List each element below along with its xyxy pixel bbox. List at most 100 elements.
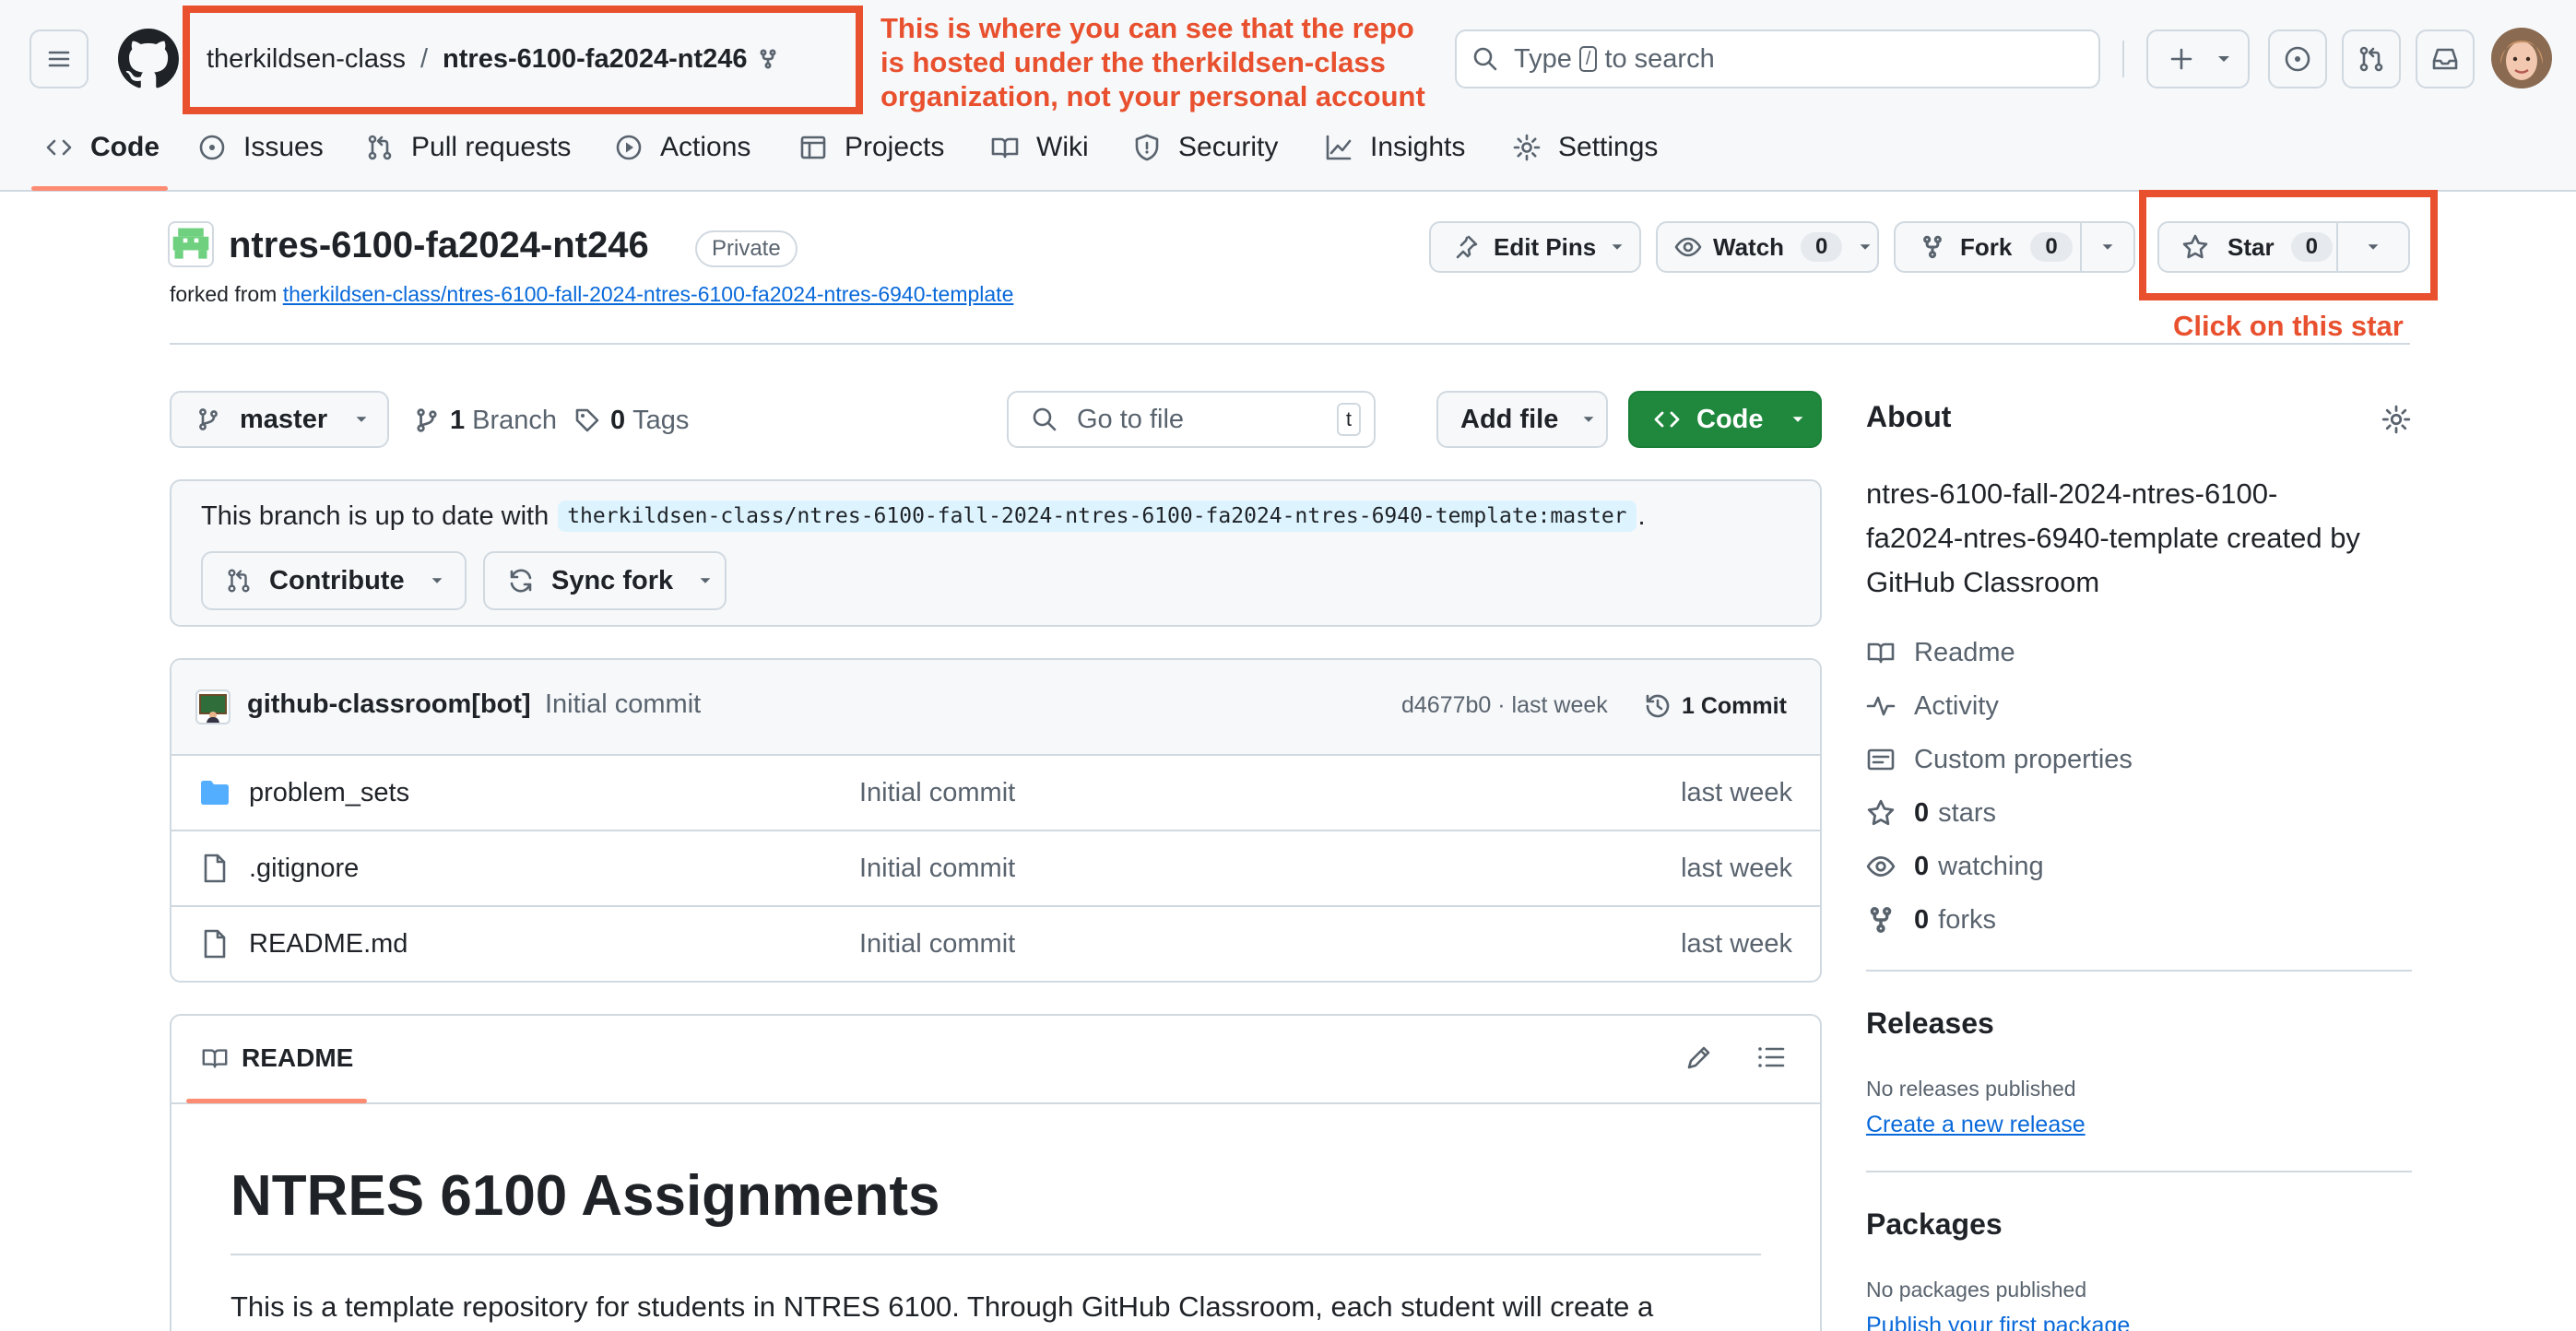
search-suffix: to search: [1604, 43, 1715, 74]
pull-requests-header-button[interactable]: [2342, 29, 2401, 88]
github-logo[interactable]: [118, 29, 179, 89]
tab-issues[interactable]: Issues: [197, 124, 324, 171]
commit-author[interactable]: github-classroom[bot]: [247, 689, 531, 720]
about-description-line-1: ntres-6100-fall-2024-ntres-6100-: [1866, 477, 2278, 510]
about-stars-link[interactable]: 0 stars: [1866, 795, 1996, 831]
about-stars-label: stars: [1938, 797, 1996, 828]
annotation-repo-line-1: This is where you can see that the repo: [880, 12, 1414, 44]
table-row[interactable]: problem_sets Initial commit last week: [170, 754, 1822, 830]
tab-insights[interactable]: Insights: [1324, 124, 1465, 171]
branch-status-period: .: [1637, 501, 1646, 531]
table-row[interactable]: .gitignore Initial commit last week: [170, 830, 1822, 905]
go-to-file-input[interactable]: Go to file t: [1007, 391, 1376, 448]
branch-status-text: This branch is up to date with therkilds…: [201, 498, 1646, 535]
tab-settings[interactable]: Settings: [1512, 124, 1658, 171]
about-custom-properties-link[interactable]: Custom properties: [1866, 741, 2133, 778]
branch-status-message: This branch is up to date with: [201, 501, 549, 531]
file-commit-message[interactable]: Initial commit: [859, 778, 1015, 808]
issues-header-button[interactable]: [2268, 29, 2327, 88]
branch-select-button[interactable]: master: [170, 391, 389, 448]
contribute-button[interactable]: Contribute: [201, 551, 467, 610]
tab-wiki[interactable]: Wiki: [990, 124, 1089, 171]
create-new-button[interactable]: [2146, 29, 2250, 88]
book-icon: [991, 137, 1019, 159]
file-time: last week: [1681, 777, 1792, 807]
sync-fork-label: Sync fork: [551, 565, 674, 595]
releases-title[interactable]: Releases: [1866, 1007, 1994, 1041]
tab-projects-label: Projects: [845, 132, 945, 162]
tab-insights-label: Insights: [1370, 132, 1466, 162]
table-row[interactable]: README.md Initial commit last week: [170, 905, 1822, 981]
file-icon: [204, 854, 226, 883]
search-input[interactable]: Type / to search: [1455, 29, 2100, 88]
visibility-badge: Private: [695, 230, 798, 267]
annotation-repo-box: [183, 6, 863, 114]
tab-actions[interactable]: Actions: [614, 124, 750, 171]
pull-request-icon: [228, 569, 250, 593]
contribute-label: Contribute: [269, 565, 405, 595]
upstream-ref: therkildsen-class/ntres-6100-fall-2024-n…: [558, 501, 1637, 532]
branches-link[interactable]: 1 Branch: [413, 402, 557, 439]
publish-package-link[interactable]: Publish your first package: [1866, 1313, 2130, 1331]
pull-request-icon: [2359, 46, 2383, 72]
repo-title[interactable]: ntres-6100-fa2024-nt246: [229, 225, 649, 266]
pulse-icon: [1866, 696, 1896, 716]
pull-request-icon: [368, 135, 392, 160]
classroom-bot-icon: [199, 694, 227, 723]
table-icon: [800, 135, 826, 159]
create-release-link[interactable]: Create a new release: [1866, 1112, 2086, 1138]
about-description: ntres-6100-fall-2024-ntres-6100- fa2024-…: [1866, 472, 2360, 605]
fork-button[interactable]: Fork 0: [1894, 221, 2082, 273]
about-readme-label: Readme: [1914, 637, 2015, 667]
file-name[interactable]: problem_sets: [249, 778, 409, 808]
tab-projects[interactable]: Projects: [798, 124, 944, 171]
commit-sha-time[interactable]: d4677b0 · last week: [1401, 692, 1608, 719]
go-to-file-key: t: [1336, 403, 1361, 436]
issue-opened-icon: [2285, 46, 2310, 72]
about-activity-link[interactable]: Activity: [1866, 688, 1999, 724]
about-activity-label: Activity: [1914, 690, 1999, 721]
tab-pull-requests[interactable]: Pull requests: [365, 124, 571, 171]
about-description-line-2: fa2024-ntres-6940-template created by: [1866, 522, 2360, 554]
commits-link[interactable]: 1 Commit: [1643, 688, 1787, 724]
tags-link[interactable]: 0 Tags: [573, 402, 689, 439]
edit-pins-button[interactable]: Edit Pins: [1429, 221, 1641, 273]
search-prefix: Type: [1514, 43, 1572, 74]
tag-count-label: Tags: [632, 405, 690, 435]
about-readme-link[interactable]: Readme: [1866, 634, 2015, 671]
inbox-header-button[interactable]: [2416, 29, 2475, 88]
about-forks-count: 0: [1914, 904, 1930, 935]
avatar[interactable]: [2491, 28, 2552, 88]
packages-title[interactable]: Packages: [1866, 1207, 2003, 1242]
sync-fork-button[interactable]: Sync fork: [483, 551, 727, 610]
readme-tab[interactable]: README: [201, 1040, 353, 1077]
about-watching-count: 0: [1914, 851, 1930, 881]
file-commit-message[interactable]: Initial commit: [859, 854, 1015, 884]
readme-outline-button[interactable]: [1755, 1042, 1792, 1078]
watch-label: Watch: [1713, 232, 1785, 261]
search-shortcut-key: /: [1578, 46, 1598, 72]
edit-pins-label: Edit Pins: [1494, 232, 1597, 261]
commit-message[interactable]: Initial commit: [545, 689, 701, 720]
watch-button[interactable]: Watch 0: [1656, 221, 1879, 273]
pencil-icon: [1687, 1046, 1710, 1069]
file-name[interactable]: README.md: [249, 929, 408, 960]
fork-dropdown-button[interactable]: [2080, 221, 2135, 273]
identicon-icon: [172, 228, 209, 259]
file-name[interactable]: .gitignore: [249, 854, 359, 884]
about-settings-button[interactable]: [2381, 404, 2414, 437]
edit-readme-button[interactable]: [1684, 1042, 1720, 1078]
tab-code-label: Code: [90, 132, 160, 162]
tab-security[interactable]: Security: [1132, 124, 1278, 171]
about-forks-link[interactable]: 0 forks: [1866, 901, 1996, 938]
eye-icon: [1674, 237, 1702, 257]
tab-wiki-label: Wiki: [1036, 132, 1089, 162]
branch-count: 1: [450, 405, 466, 435]
about-watching-link[interactable]: 0 watching: [1866, 848, 2044, 885]
hamburger-menu-button[interactable]: [30, 29, 89, 88]
file-commit-message[interactable]: Initial commit: [859, 929, 1015, 960]
forked-from-link[interactable]: therkildsen-class/ntres-6100-fall-2024-n…: [283, 282, 1014, 306]
add-file-button[interactable]: Add file: [1436, 391, 1608, 448]
code-button[interactable]: Code: [1628, 391, 1822, 448]
tab-code[interactable]: Code: [44, 124, 160, 171]
